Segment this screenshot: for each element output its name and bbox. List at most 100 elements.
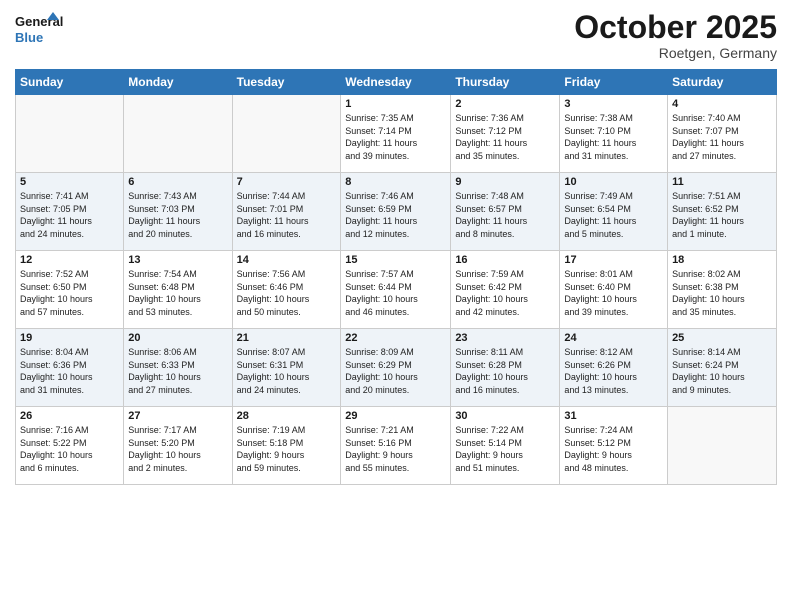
- day-number: 19: [20, 332, 119, 344]
- day-info: Sunrise: 7:52 AM Sunset: 6:50 PM Dayligh…: [20, 268, 119, 318]
- day-number: 29: [345, 410, 446, 422]
- table-row: 19 Sunrise: 8:04 AM Sunset: 6:36 PM Dayli…: [16, 329, 124, 407]
- col-sunday: Sunday: [16, 70, 124, 95]
- calendar-week-row: 12 Sunrise: 7:52 AM Sunset: 6:50 PM Dayli…: [16, 251, 777, 329]
- day-info: Sunrise: 7:49 AM Sunset: 6:54 PM Dayligh…: [564, 190, 663, 240]
- table-row: [232, 95, 341, 173]
- col-tuesday: Tuesday: [232, 70, 341, 95]
- table-row: 26 Sunrise: 7:16 AM Sunset: 5:22 PM Dayli…: [16, 407, 124, 485]
- day-info: Sunrise: 7:59 AM Sunset: 6:42 PM Dayligh…: [455, 268, 555, 318]
- day-number: 20: [128, 332, 227, 344]
- day-info: Sunrise: 8:14 AM Sunset: 6:24 PM Dayligh…: [672, 346, 772, 396]
- day-info: Sunrise: 7:38 AM Sunset: 7:10 PM Dayligh…: [564, 112, 663, 162]
- table-row: 25 Sunrise: 8:14 AM Sunset: 6:24 PM Dayli…: [668, 329, 777, 407]
- day-info: Sunrise: 7:57 AM Sunset: 6:44 PM Dayligh…: [345, 268, 446, 318]
- day-info: Sunrise: 8:07 AM Sunset: 6:31 PM Dayligh…: [237, 346, 337, 396]
- calendar-header-row: Sunday Monday Tuesday Wednesday Thursday…: [16, 70, 777, 95]
- calendar-week-row: 19 Sunrise: 8:04 AM Sunset: 6:36 PM Dayli…: [16, 329, 777, 407]
- day-info: Sunrise: 7:36 AM Sunset: 7:12 PM Dayligh…: [455, 112, 555, 162]
- day-info: Sunrise: 7:46 AM Sunset: 6:59 PM Dayligh…: [345, 190, 446, 240]
- logo: General Blue: [15, 10, 65, 52]
- table-row: 3 Sunrise: 7:38 AM Sunset: 7:10 PM Daylig…: [560, 95, 668, 173]
- table-row: 31 Sunrise: 7:24 AM Sunset: 5:12 PM Dayli…: [560, 407, 668, 485]
- table-row: 8 Sunrise: 7:46 AM Sunset: 6:59 PM Daylig…: [341, 173, 451, 251]
- table-row: [16, 95, 124, 173]
- day-info: Sunrise: 7:51 AM Sunset: 6:52 PM Dayligh…: [672, 190, 772, 240]
- day-info: Sunrise: 7:41 AM Sunset: 7:05 PM Dayligh…: [20, 190, 119, 240]
- day-number: 9: [455, 176, 555, 188]
- day-info: Sunrise: 7:44 AM Sunset: 7:01 PM Dayligh…: [237, 190, 337, 240]
- day-number: 16: [455, 254, 555, 266]
- day-number: 7: [237, 176, 337, 188]
- day-number: 17: [564, 254, 663, 266]
- day-info: Sunrise: 7:48 AM Sunset: 6:57 PM Dayligh…: [455, 190, 555, 240]
- day-number: 2: [455, 98, 555, 110]
- table-row: [124, 95, 232, 173]
- day-number: 8: [345, 176, 446, 188]
- day-number: 11: [672, 176, 772, 188]
- day-number: 31: [564, 410, 663, 422]
- table-row: 20 Sunrise: 8:06 AM Sunset: 6:33 PM Dayli…: [124, 329, 232, 407]
- day-number: 13: [128, 254, 227, 266]
- day-info: Sunrise: 7:56 AM Sunset: 6:46 PM Dayligh…: [237, 268, 337, 318]
- day-info: Sunrise: 7:21 AM Sunset: 5:16 PM Dayligh…: [345, 424, 446, 474]
- day-info: Sunrise: 8:02 AM Sunset: 6:38 PM Dayligh…: [672, 268, 772, 318]
- table-row: 18 Sunrise: 8:02 AM Sunset: 6:38 PM Dayli…: [668, 251, 777, 329]
- day-info: Sunrise: 7:16 AM Sunset: 5:22 PM Dayligh…: [20, 424, 119, 474]
- table-row: 9 Sunrise: 7:48 AM Sunset: 6:57 PM Daylig…: [451, 173, 560, 251]
- day-number: 18: [672, 254, 772, 266]
- day-info: Sunrise: 7:24 AM Sunset: 5:12 PM Dayligh…: [564, 424, 663, 474]
- col-wednesday: Wednesday: [341, 70, 451, 95]
- table-row: 28 Sunrise: 7:19 AM Sunset: 5:18 PM Dayli…: [232, 407, 341, 485]
- table-row: [668, 407, 777, 485]
- table-row: 6Sunrise: 7:43 AM Sunset: 7:03 PM Daylig…: [124, 173, 232, 251]
- day-number: 23: [455, 332, 555, 344]
- calendar-table: Sunday Monday Tuesday Wednesday Thursday…: [15, 69, 777, 485]
- calendar-week-row: 1Sunrise: 7:35 AM Sunset: 7:14 PM Daylig…: [16, 95, 777, 173]
- table-row: 16 Sunrise: 7:59 AM Sunset: 6:42 PM Dayli…: [451, 251, 560, 329]
- table-row: 22Sunrise: 8:09 AM Sunset: 6:29 PM Dayli…: [341, 329, 451, 407]
- title-block: October 2025 Roetgen, Germany: [574, 10, 777, 61]
- day-number: 3: [564, 98, 663, 110]
- table-row: 7 Sunrise: 7:44 AM Sunset: 7:01 PM Daylig…: [232, 173, 341, 251]
- table-row: 5 Sunrise: 7:41 AM Sunset: 7:05 PM Daylig…: [16, 173, 124, 251]
- day-info: Sunrise: 7:40 AM Sunset: 7:07 PM Dayligh…: [672, 112, 772, 162]
- day-number: 27: [128, 410, 227, 422]
- table-row: 4Sunrise: 7:40 AM Sunset: 7:07 PM Daylig…: [668, 95, 777, 173]
- day-number: 26: [20, 410, 119, 422]
- header: General Blue October 2025 Roetgen, Germa…: [15, 10, 777, 61]
- table-row: 17 Sunrise: 8:01 AM Sunset: 6:40 PM Dayli…: [560, 251, 668, 329]
- table-row: 29 Sunrise: 7:21 AM Sunset: 5:16 PM Dayli…: [341, 407, 451, 485]
- day-info: Sunrise: 7:17 AM Sunset: 5:20 PM Dayligh…: [128, 424, 227, 474]
- svg-text:Blue: Blue: [15, 30, 43, 45]
- col-thursday: Thursday: [451, 70, 560, 95]
- col-saturday: Saturday: [668, 70, 777, 95]
- day-info: Sunrise: 8:11 AM Sunset: 6:28 PM Dayligh…: [455, 346, 555, 396]
- day-info: Sunrise: 7:22 AM Sunset: 5:14 PM Dayligh…: [455, 424, 555, 474]
- day-info: Sunrise: 8:04 AM Sunset: 6:36 PM Dayligh…: [20, 346, 119, 396]
- day-number: 24: [564, 332, 663, 344]
- col-monday: Monday: [124, 70, 232, 95]
- page: General Blue October 2025 Roetgen, Germa…: [0, 0, 792, 612]
- day-number: 22: [345, 332, 446, 344]
- table-row: 2 Sunrise: 7:36 AM Sunset: 7:12 PM Daylig…: [451, 95, 560, 173]
- day-info: Sunrise: 8:01 AM Sunset: 6:40 PM Dayligh…: [564, 268, 663, 318]
- day-number: 28: [237, 410, 337, 422]
- location: Roetgen, Germany: [574, 45, 777, 61]
- day-info: Sunrise: 7:54 AM Sunset: 6:48 PM Dayligh…: [128, 268, 227, 318]
- day-number: 25: [672, 332, 772, 344]
- table-row: 14Sunrise: 7:56 AM Sunset: 6:46 PM Dayli…: [232, 251, 341, 329]
- day-number: 15: [345, 254, 446, 266]
- day-info: Sunrise: 7:35 AM Sunset: 7:14 PM Dayligh…: [345, 112, 446, 162]
- table-row: 30 Sunrise: 7:22 AM Sunset: 5:14 PM Dayli…: [451, 407, 560, 485]
- table-row: 1Sunrise: 7:35 AM Sunset: 7:14 PM Daylig…: [341, 95, 451, 173]
- day-number: 12: [20, 254, 119, 266]
- table-row: 13 Sunrise: 7:54 AM Sunset: 6:48 PM Dayli…: [124, 251, 232, 329]
- day-number: 21: [237, 332, 337, 344]
- day-info: Sunrise: 8:06 AM Sunset: 6:33 PM Dayligh…: [128, 346, 227, 396]
- day-number: 30: [455, 410, 555, 422]
- day-number: 5: [20, 176, 119, 188]
- day-info: Sunrise: 7:19 AM Sunset: 5:18 PM Dayligh…: [237, 424, 337, 474]
- day-info: Sunrise: 8:12 AM Sunset: 6:26 PM Dayligh…: [564, 346, 663, 396]
- table-row: 23 Sunrise: 8:11 AM Sunset: 6:28 PM Dayli…: [451, 329, 560, 407]
